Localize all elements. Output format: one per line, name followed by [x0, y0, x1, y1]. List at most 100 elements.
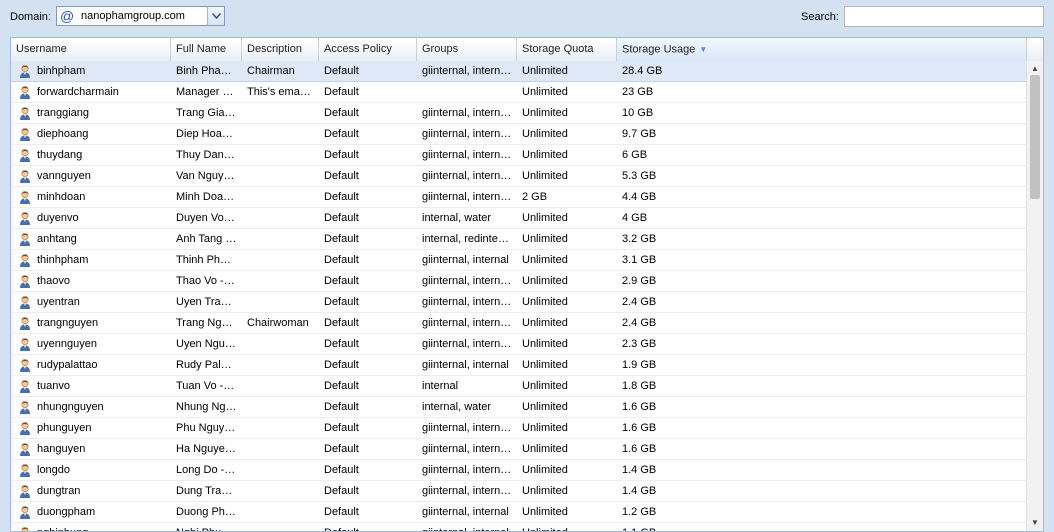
table-row[interactable]: trangnguyen Trang Ng… Chairwoman Default gii…	[11, 313, 1027, 334]
table-row[interactable]: rudypalattao Rudy Pal… Default giinternal, …	[11, 355, 1027, 376]
table-row[interactable]: diephoang Diep Hoa… Default giinternal, int…	[11, 124, 1027, 145]
table-row[interactable]: nghiphungNghi Phu… Defaultgiinternal, int…	[11, 523, 1027, 531]
scroll-up-arrow-icon[interactable]: ▲	[1027, 63, 1043, 75]
table-row[interactable]: uyentran Uyen Tra… Default giinternal, inte…	[11, 292, 1027, 313]
cell-storage-quota: Unlimited	[522, 65, 568, 77]
table-row[interactable]: longdo Long Do -… Default giinternal, inter…	[11, 460, 1027, 481]
cell-description	[242, 229, 319, 249]
cell-access-policy: Default	[324, 86, 359, 98]
cell-access-policy: Default	[324, 107, 359, 119]
column-header-access-policy[interactable]: Access Policy	[319, 38, 417, 61]
cell-storage-usage: 2.4 GB	[622, 296, 657, 308]
cell-storage-quota: Unlimited	[522, 422, 568, 434]
cell-groups: giinternal, internal	[422, 254, 509, 266]
cell-description: Chairwoman	[247, 317, 309, 329]
cell-groups: giinternal, intern…	[422, 296, 512, 308]
table-row[interactable]: duyenvo Duyen Vo… Default internal, water Un…	[11, 208, 1027, 229]
user-icon	[17, 504, 33, 520]
column-header-description[interactable]: Description	[242, 38, 319, 61]
user-icon	[17, 105, 33, 121]
column-header-full-name[interactable]: Full Name	[171, 38, 242, 61]
user-icon	[17, 462, 33, 478]
cell-username: anhtang	[37, 233, 77, 245]
cell-access-policy: Default	[324, 380, 359, 392]
scrollbar-thumb[interactable]	[1030, 75, 1040, 199]
cell-storage-quota: Unlimited	[522, 401, 568, 413]
table-row[interactable]: thaovo Thao Vo -… Default giinternal, inter…	[11, 271, 1027, 292]
table-row[interactable]: hanguyen Ha Nguye… Default giinternal, inte…	[11, 439, 1027, 460]
cell-storage-usage: 1.2 GB	[622, 506, 657, 518]
chevron-down-icon[interactable]	[207, 7, 224, 25]
cell-storage-usage: 2.4 GB	[622, 317, 657, 329]
table-row[interactable]: anhtang Anh Tang … Default internal, redint…	[11, 229, 1027, 250]
cell-full-name: Nhung Ng…	[176, 401, 237, 413]
cell-storage-usage: 1.8 GB	[622, 380, 657, 392]
search-input[interactable]	[844, 6, 1044, 27]
cell-groups: giinternal, intern…	[422, 422, 512, 434]
cell-username: minhdoan	[37, 191, 86, 203]
search-label: Search:	[801, 11, 839, 23]
table-row[interactable]: tuanvo Tuan Vo -… Default internal Unlimited…	[11, 376, 1027, 397]
cell-storage-quota: Unlimited	[522, 128, 568, 140]
table-row[interactable]: dungtran Dung Tra… Default giinternal, inte…	[11, 481, 1027, 502]
table-row[interactable]: nhungnguyen Nhung Ng… Default internal, wat…	[11, 397, 1027, 418]
user-icon	[17, 294, 33, 310]
cell-description	[242, 166, 319, 186]
vertical-scrollbar[interactable]: ▲ ▼	[1026, 61, 1043, 531]
cell-full-name: Tuan Vo -…	[176, 380, 235, 392]
cell-description	[242, 145, 319, 165]
cell-storage-quota: Unlimited	[522, 506, 568, 518]
table-row[interactable]: vannguyen Van Nguy… Default giinternal, int…	[11, 166, 1027, 187]
scroll-down-arrow-icon[interactable]: ▼	[1027, 517, 1043, 529]
cell-storage-usage: 1.4 GB	[622, 464, 657, 476]
cell-description	[242, 103, 319, 123]
domain-combobox[interactable]: @ nanophamgroup.com	[56, 6, 225, 26]
column-header-storage-usage[interactable]: Storage Usage ▼	[617, 38, 1027, 61]
table-row[interactable]: tranggiang Trang Gia… Default giinternal, i…	[11, 103, 1027, 124]
cell-access-policy: Default	[324, 233, 359, 245]
cell-storage-quota: Unlimited	[522, 380, 568, 392]
cell-storage-quota: Unlimited	[522, 212, 568, 224]
cell-access-policy: Default	[324, 254, 359, 266]
cell-access-policy: Default	[324, 296, 359, 308]
column-header-groups[interactable]: Groups	[417, 38, 517, 61]
user-icon	[17, 525, 33, 531]
cell-description	[242, 250, 319, 270]
table-row[interactable]: binhpham Binh Pha… Chairman Default giintern…	[11, 61, 1027, 82]
cell-storage-usage: 4.4 GB	[622, 191, 657, 203]
cell-description	[242, 355, 319, 375]
cell-groups	[417, 82, 517, 102]
cell-full-name: Duyen Vo…	[176, 212, 235, 224]
column-header-storage-quota[interactable]: Storage Quota	[517, 38, 617, 61]
user-icon	[17, 273, 33, 289]
table-row[interactable]: phunguyen Phu Nguy… Default giinternal, int…	[11, 418, 1027, 439]
table-row[interactable]: thuydang Thuy Dan… Default giinternal, inte…	[11, 145, 1027, 166]
cell-groups: giinternal, intern…	[422, 191, 512, 203]
cell-full-name: Phu Nguy…	[176, 422, 236, 434]
cell-full-name: Uyen Ngu…	[176, 338, 236, 350]
cell-storage-quota: Unlimited	[522, 233, 568, 245]
user-icon	[17, 336, 33, 352]
table-row[interactable]: minhdoan Minh Doa… Default giinternal, inte…	[11, 187, 1027, 208]
column-header-username[interactable]: Username	[11, 38, 171, 61]
cell-storage-usage: 1.6 GB	[622, 401, 657, 413]
table-row[interactable]: forwardcharmain Manager … This's ema… Defau…	[11, 82, 1027, 103]
cell-description	[242, 208, 319, 228]
cell-description	[242, 124, 319, 144]
cell-access-policy: Default	[324, 191, 359, 203]
cell-username: phunguyen	[37, 422, 92, 434]
user-icon	[17, 420, 33, 436]
cell-storage-usage: 1.6 GB	[622, 422, 657, 434]
cell-storage-quota: Unlimited	[522, 464, 568, 476]
user-icon	[17, 357, 33, 373]
cell-groups: internal, redinte…	[422, 233, 509, 245]
cell-description	[242, 334, 319, 354]
column-header-label: Description	[247, 43, 303, 55]
cell-access-policy: Default	[324, 506, 359, 518]
table-row[interactable]: uyennguyen Uyen Ngu… Default giinternal, in…	[11, 334, 1027, 355]
cell-groups: giinternal, intern…	[422, 170, 512, 182]
table-row[interactable]: duongpham Duong Ph… Default giinternal, int…	[11, 502, 1027, 523]
table-row[interactable]: thinhpham Thinh Ph… Default giinternal, int…	[11, 250, 1027, 271]
cell-storage-usage: 3.1 GB	[622, 254, 657, 266]
cell-access-policy: Default	[324, 65, 359, 77]
